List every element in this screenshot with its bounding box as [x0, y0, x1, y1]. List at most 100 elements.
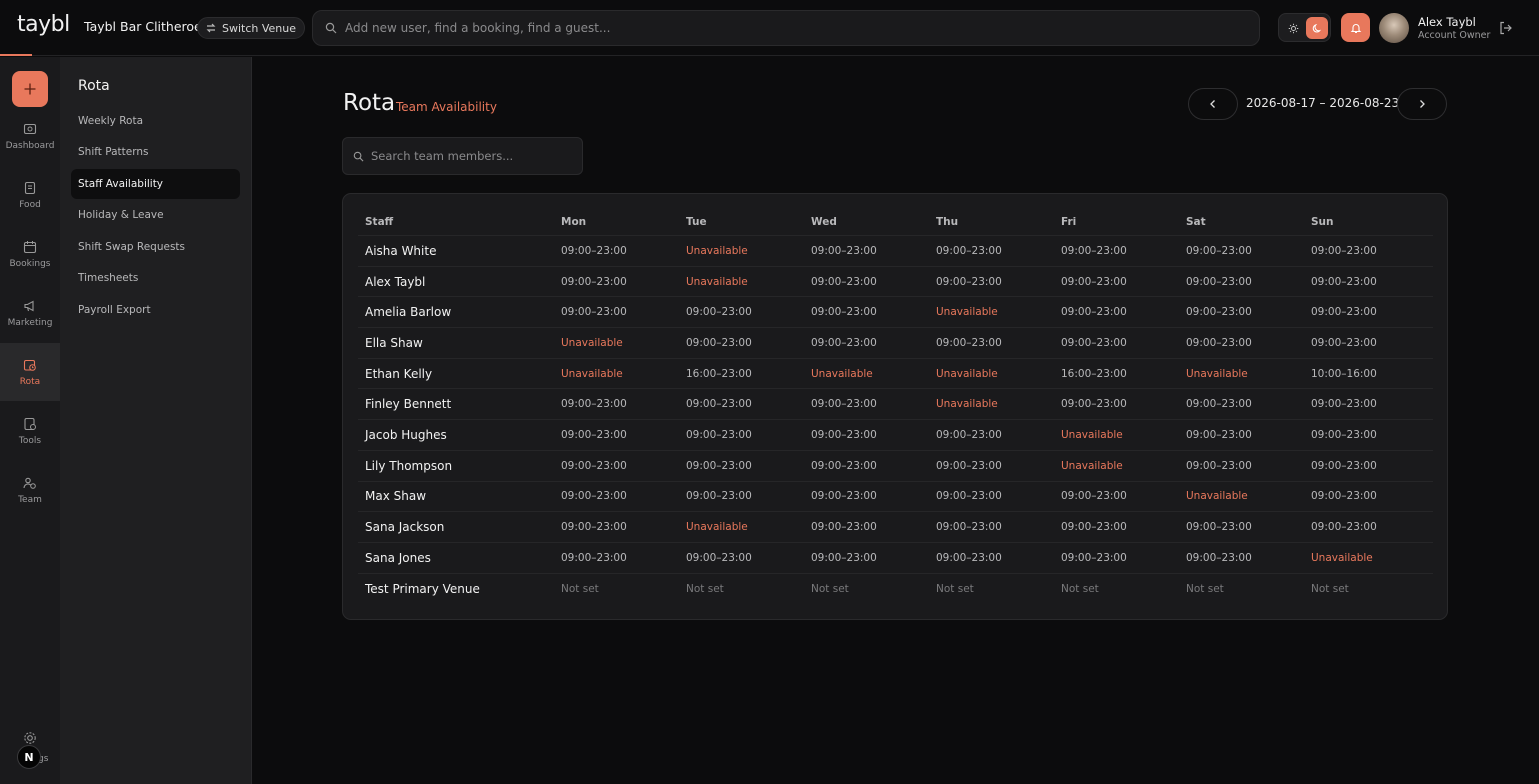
- availability-cell[interactable]: 09:00–23:00: [561, 236, 627, 266]
- availability-cell[interactable]: Not set: [1311, 574, 1349, 605]
- availability-cell[interactable]: 09:00–23:00: [811, 512, 877, 542]
- availability-cell[interactable]: 09:00–23:00: [1061, 267, 1127, 297]
- availability-cell[interactable]: Unavailable: [1311, 543, 1373, 573]
- avatar[interactable]: [1379, 13, 1409, 43]
- availability-cell[interactable]: 09:00–23:00: [1061, 236, 1127, 266]
- table-row[interactable]: Amelia Barlow 09:00–23:00 09:00–23:00 09:00…: [358, 297, 1433, 329]
- availability-cell[interactable]: 09:00–23:00: [936, 267, 1002, 297]
- moon-icon[interactable]: [1306, 17, 1328, 39]
- availability-cell[interactable]: 09:00–23:00: [561, 451, 627, 481]
- rail-item-food[interactable]: Food: [0, 166, 60, 224]
- table-row[interactable]: Sana Jackson 09:00–23:00 Unavailable 09:00–…: [358, 512, 1433, 543]
- availability-cell[interactable]: 09:00–23:00: [811, 543, 877, 573]
- rail-item-tools[interactable]: Tools: [0, 402, 60, 460]
- availability-cell[interactable]: 09:00–23:00: [811, 236, 877, 266]
- theme-toggle[interactable]: [1278, 13, 1331, 42]
- availability-cell[interactable]: 09:00–23:00: [1186, 389, 1252, 419]
- availability-cell[interactable]: 09:00–23:00: [1186, 328, 1252, 358]
- availability-cell[interactable]: 09:00–23:00: [936, 328, 1002, 358]
- availability-cell[interactable]: 09:00–23:00: [936, 451, 1002, 481]
- submenu-item-holiday-leave[interactable]: Holiday & Leave: [71, 200, 240, 230]
- submenu-item-timesheets[interactable]: Timesheets: [71, 263, 240, 293]
- availability-cell[interactable]: 09:00–23:00: [1311, 236, 1377, 266]
- notifications-button[interactable]: [1341, 13, 1370, 42]
- sun-icon[interactable]: [1284, 19, 1302, 37]
- table-row[interactable]: Aisha White 09:00–23:00 Unavailable 09:00–2…: [358, 236, 1433, 267]
- availability-cell[interactable]: 09:00–23:00: [811, 420, 877, 450]
- availability-cell[interactable]: 09:00–23:00: [1186, 267, 1252, 297]
- availability-cell[interactable]: Unavailable: [811, 359, 873, 389]
- availability-cell[interactable]: 09:00–23:00: [686, 328, 752, 358]
- gear-icon[interactable]: [22, 730, 38, 746]
- availability-cell[interactable]: Unavailable: [1061, 420, 1123, 450]
- availability-cell[interactable]: Not set: [1061, 574, 1099, 605]
- availability-cell[interactable]: 09:00–23:00: [1186, 236, 1252, 266]
- availability-cell[interactable]: 09:00–23:00: [561, 297, 627, 327]
- rail-item-dashboard[interactable]: Dashboard: [0, 107, 60, 165]
- availability-cell[interactable]: 09:00–23:00: [1186, 543, 1252, 573]
- submenu-item-weekly-rota[interactable]: Weekly Rota: [71, 106, 240, 136]
- switch-venue-button[interactable]: Switch Venue: [197, 17, 306, 39]
- availability-cell[interactable]: 09:00–23:00: [561, 420, 627, 450]
- availability-cell[interactable]: 09:00–23:00: [686, 297, 752, 327]
- availability-cell[interactable]: Unavailable: [1061, 451, 1123, 481]
- availability-cell[interactable]: 09:00–23:00: [686, 389, 752, 419]
- availability-cell[interactable]: Not set: [561, 574, 599, 605]
- availability-cell[interactable]: 09:00–23:00: [686, 451, 752, 481]
- availability-cell[interactable]: Not set: [686, 574, 724, 605]
- availability-cell[interactable]: Unavailable: [686, 267, 748, 297]
- submenu-item-payroll-export[interactable]: Payroll Export: [71, 295, 240, 325]
- next-week-button[interactable]: [1397, 88, 1447, 120]
- member-search[interactable]: [342, 137, 583, 175]
- availability-cell[interactable]: 09:00–23:00: [1061, 543, 1127, 573]
- availability-cell[interactable]: 09:00–23:00: [1186, 420, 1252, 450]
- availability-cell[interactable]: 09:00–23:00: [686, 543, 752, 573]
- availability-cell[interactable]: Unavailable: [686, 512, 748, 542]
- availability-cell[interactable]: Unavailable: [1186, 482, 1248, 512]
- table-row[interactable]: Test Primary Venue Not set Not set Not set N…: [358, 574, 1433, 605]
- availability-cell[interactable]: Unavailable: [1186, 359, 1248, 389]
- availability-cell[interactable]: 09:00–23:00: [1061, 482, 1127, 512]
- table-row[interactable]: Alex Taybl 09:00–23:00 Unavailable 09:00–23…: [358, 267, 1433, 298]
- availability-cell[interactable]: 09:00–23:00: [936, 482, 1002, 512]
- submenu-item-shift-swap-requests[interactable]: Shift Swap Requests: [71, 232, 240, 262]
- table-row[interactable]: Max Shaw 09:00–23:00 09:00–23:00 09:00–23:0…: [358, 482, 1433, 513]
- availability-cell[interactable]: Not set: [1186, 574, 1224, 605]
- availability-cell[interactable]: 09:00–23:00: [1061, 328, 1127, 358]
- submenu-item-shift-patterns[interactable]: Shift Patterns: [71, 137, 240, 167]
- table-row[interactable]: Lily Thompson 09:00–23:00 09:00–23:00 09:00…: [358, 451, 1433, 482]
- app-logo[interactable]: taybl: [17, 12, 70, 37]
- availability-cell[interactable]: 09:00–23:00: [1186, 451, 1252, 481]
- rail-item-rota[interactable]: Rota: [0, 343, 60, 401]
- availability-cell[interactable]: 09:00–23:00: [1311, 512, 1377, 542]
- availability-cell[interactable]: 09:00–23:00: [1311, 267, 1377, 297]
- availability-cell[interactable]: 09:00–23:00: [561, 389, 627, 419]
- availability-cell[interactable]: 09:00–23:00: [811, 389, 877, 419]
- availability-cell[interactable]: 09:00–23:00: [1311, 297, 1377, 327]
- availability-cell[interactable]: 16:00–23:00: [1061, 359, 1127, 389]
- availability-cell[interactable]: 09:00–23:00: [811, 482, 877, 512]
- availability-cell[interactable]: 09:00–23:00: [1061, 297, 1127, 327]
- availability-cell[interactable]: 09:00–23:00: [1311, 420, 1377, 450]
- availability-cell[interactable]: 09:00–23:00: [1061, 389, 1127, 419]
- availability-cell[interactable]: 09:00–23:00: [1311, 482, 1377, 512]
- availability-cell[interactable]: Unavailable: [936, 389, 998, 419]
- table-row[interactable]: Jacob Hughes 09:00–23:00 09:00–23:00 09:00–…: [358, 420, 1433, 451]
- availability-cell[interactable]: 09:00–23:00: [936, 420, 1002, 450]
- availability-cell[interactable]: 09:00–23:00: [561, 267, 627, 297]
- logout-icon[interactable]: [1498, 20, 1514, 36]
- availability-cell[interactable]: 09:00–23:00: [686, 482, 752, 512]
- availability-cell[interactable]: 09:00–23:00: [1186, 512, 1252, 542]
- availability-cell[interactable]: 16:00–23:00: [686, 359, 752, 389]
- availability-cell[interactable]: 09:00–23:00: [561, 482, 627, 512]
- availability-cell[interactable]: 09:00–23:00: [936, 512, 1002, 542]
- rail-item-team[interactable]: Team: [0, 461, 60, 519]
- availability-cell[interactable]: 09:00–23:00: [811, 451, 877, 481]
- availability-cell[interactable]: Unavailable: [561, 328, 623, 358]
- availability-cell[interactable]: 09:00–23:00: [811, 267, 877, 297]
- availability-cell[interactable]: 09:00–23:00: [561, 512, 627, 542]
- availability-cell[interactable]: 09:00–23:00: [1311, 451, 1377, 481]
- table-row[interactable]: Finley Bennett 09:00–23:00 09:00–23:00 09:0…: [358, 389, 1433, 421]
- previous-week-button[interactable]: [1188, 88, 1238, 120]
- table-row[interactable]: Ella Shaw Unavailable 09:00–23:00 09:00–23:…: [358, 328, 1433, 359]
